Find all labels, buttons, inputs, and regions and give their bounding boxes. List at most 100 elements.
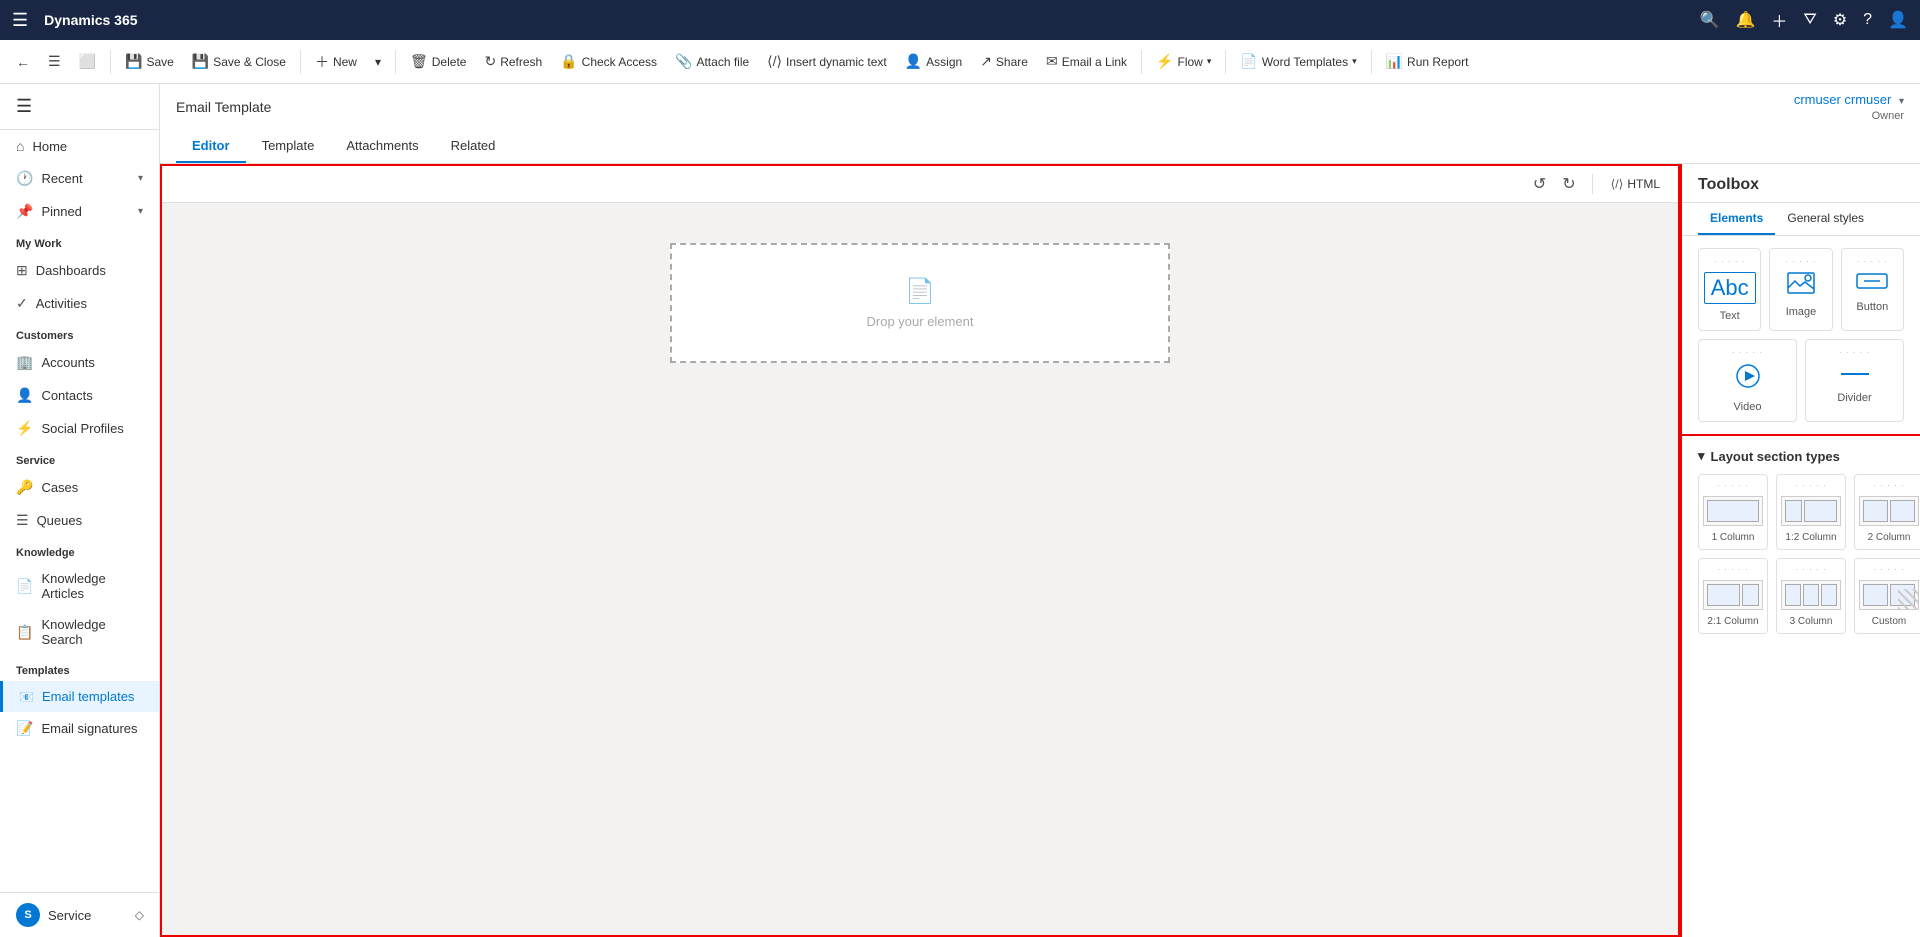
sidebar-bottom-item-service[interactable]: S Service ◇ [0, 893, 160, 937]
hamburger-icon[interactable]: ☰ [12, 10, 28, 31]
sidebar-item-pinned[interactable]: 📌 Pinned ▾ [0, 195, 159, 228]
sidebar-item-label: Recent [41, 171, 82, 186]
toolbox-item-divider[interactable]: · · · · · Divider [1805, 339, 1904, 422]
canvas-inner[interactable]: 📄 Drop your element [162, 203, 1678, 403]
email-templates-icon: 📧 [19, 690, 34, 704]
save-close-icon: 💾 [192, 53, 209, 70]
sidebar-item-accounts[interactable]: 🏢 Accounts [0, 346, 159, 379]
back-icon: ← [16, 54, 30, 70]
search-icon[interactable]: 🔍 [1700, 10, 1720, 30]
word-templates-dropdown-icon: ▾ [1352, 56, 1357, 67]
owner-name[interactable]: crmuser crmuser [1794, 92, 1892, 107]
run-report-button[interactable]: 📊 Run Report [1378, 49, 1477, 74]
content-header: Email Template crmuser crmuser ▾ Owner E… [160, 84, 1920, 164]
save-icon: 💾 [125, 53, 142, 70]
assign-button[interactable]: 👤 Assign [897, 49, 970, 74]
sidebar-hamburger[interactable]: ☰ [12, 92, 36, 121]
canvas-container: ↺ ↻ ⟨/⟩ HTML 📄 Drop your element [160, 164, 1680, 937]
new-button[interactable]: ＋ New [307, 48, 365, 76]
2-1-column-label: 2:1 Column [1707, 616, 1758, 627]
toolbox-item-image[interactable]: · · · · · Image [1769, 248, 1832, 331]
word-templates-button[interactable]: 📄 Word Templates ▾ [1232, 49, 1364, 74]
toolbox-tab-elements[interactable]: Elements [1698, 203, 1775, 235]
save-button[interactable]: 💾 Save [117, 49, 182, 74]
redo-button[interactable]: ↻ [1558, 172, 1579, 196]
layout-item-custom[interactable]: · · · · · Custom [1854, 558, 1920, 634]
contacts-icon: 👤 [16, 387, 33, 404]
toolbox-item-button[interactable]: · · · · · Button [1841, 248, 1904, 331]
toolbox-tab-general-styles[interactable]: General styles [1775, 203, 1876, 235]
sidebar-item-queues[interactable]: ☰ Queues [0, 504, 159, 537]
refresh-button[interactable]: ↻ Refresh [476, 49, 550, 74]
sidebar-item-email-templates[interactable]: 📧 Email templates [0, 681, 159, 712]
toolbox-item-video[interactable]: · · · · · Video [1698, 339, 1797, 422]
tab-editor[interactable]: Editor [176, 130, 246, 163]
edit-button[interactable]: ⬜ [71, 49, 104, 74]
help-icon[interactable]: ? [1863, 11, 1872, 29]
tab-related[interactable]: Related [435, 130, 512, 163]
flow-button[interactable]: ⚡ Flow ▾ [1148, 49, 1219, 74]
text-dots: · · · · · [1714, 257, 1745, 266]
html-button[interactable]: ⟨/⟩ HTML [1605, 175, 1666, 193]
bell-icon[interactable]: 🔔 [1735, 10, 1755, 30]
app-title: Dynamics 365 [44, 12, 137, 28]
layout-item-2-column[interactable]: · · · · · 2 Column [1854, 474, 1920, 550]
share-button[interactable]: ↗ Share [972, 49, 1036, 74]
sidebar-item-knowledge-search[interactable]: 📋 Knowledge Search [0, 609, 159, 655]
12col-dots: · · · · · [1795, 481, 1826, 490]
flow-dropdown-icon: ▾ [1207, 56, 1212, 67]
settings-icon[interactable]: ⚙ [1833, 10, 1847, 30]
undo-button[interactable]: ↺ [1529, 172, 1550, 196]
sidebar-item-activities[interactable]: ✓ Activities [0, 287, 159, 320]
plus-icon[interactable]: ＋ [1771, 8, 1787, 32]
sidebar-item-social-profiles[interactable]: ⚡ Social Profiles [0, 412, 159, 445]
delete-button[interactable]: 🗑 Delete [402, 49, 474, 74]
save-close-button[interactable]: 💾 Save & Close [184, 49, 294, 74]
sidebar-item-label: Cases [41, 480, 78, 495]
sidebar-item-contacts[interactable]: 👤 Contacts [0, 379, 159, 412]
page-title: Email Template [176, 99, 271, 115]
sidebar-item-dashboards[interactable]: ⊞ Dashboards [0, 254, 159, 287]
drop-zone[interactable]: 📄 Drop your element [670, 243, 1170, 363]
layout-section-header[interactable]: ▾ Layout section types [1698, 448, 1904, 464]
email-link-icon: ✉ [1046, 53, 1058, 70]
1col-dots: · · · · · [1717, 481, 1748, 490]
layout-item-1-column[interactable]: · · · · · 1 Column [1698, 474, 1768, 550]
image-dots: · · · · · [1785, 257, 1816, 266]
user-icon[interactable]: 👤 [1888, 10, 1908, 30]
run-report-icon: 📊 [1386, 53, 1403, 70]
content-header-top: Email Template crmuser crmuser ▾ Owner [176, 92, 1904, 122]
dashboards-icon: ⊞ [16, 262, 28, 279]
sidebar-item-cases[interactable]: 🔑 Cases [0, 471, 159, 504]
check-access-button[interactable]: 🔒 Check Access [552, 49, 665, 74]
sidebar-item-home[interactable]: ⌂ Home [0, 130, 159, 162]
canvas-separator [1592, 174, 1593, 194]
1-column-label: 1 Column [1712, 532, 1755, 543]
layout-item-2-1-column[interactable]: · · · · · 2:1 Column [1698, 558, 1768, 634]
attach-file-button[interactable]: 📎 Attach file [667, 49, 757, 74]
view-button[interactable]: ☰ [40, 49, 69, 74]
layout-item-3-column[interactable]: · · · · · 3 Column [1776, 558, 1846, 634]
separator-2 [300, 50, 301, 74]
sidebar-item-email-signatures[interactable]: 📝 Email signatures [0, 712, 159, 745]
insert-dynamic-text-button[interactable]: ⟨/⟩ Insert dynamic text [759, 49, 895, 74]
sidebar-item-label: Accounts [41, 355, 94, 370]
sidebar-item-recent[interactable]: 🕐 Recent ▾ [0, 162, 159, 195]
back-button[interactable]: ← [8, 50, 38, 74]
new-dropdown-button[interactable]: ▾ [367, 51, 389, 73]
email-link-button[interactable]: ✉ Email a Link [1038, 49, 1135, 74]
divider-dots: · · · · · [1839, 348, 1870, 357]
edit-icon: ⬜ [79, 53, 96, 70]
layout-item-1-2-column[interactable]: · · · · · 1:2 Column [1776, 474, 1846, 550]
sidebar-bottom-chevron-icon: ◇ [135, 908, 144, 922]
toolbox-item-text[interactable]: · · · · · Abc Text [1698, 248, 1761, 331]
filter-icon[interactable]: ⛛ [1803, 11, 1816, 29]
sidebar-item-knowledge-articles[interactable]: 📄 Knowledge Articles [0, 563, 159, 609]
tab-attachments[interactable]: Attachments [330, 130, 434, 163]
21col-dots: · · · · · [1717, 565, 1748, 574]
owner-chevron-icon[interactable]: ▾ [1899, 96, 1904, 107]
sidebar-item-label: Knowledge Search [41, 617, 143, 647]
3-col-2 [1803, 584, 1819, 606]
home-icon: ⌂ [16, 138, 24, 154]
tab-template[interactable]: Template [246, 130, 331, 163]
